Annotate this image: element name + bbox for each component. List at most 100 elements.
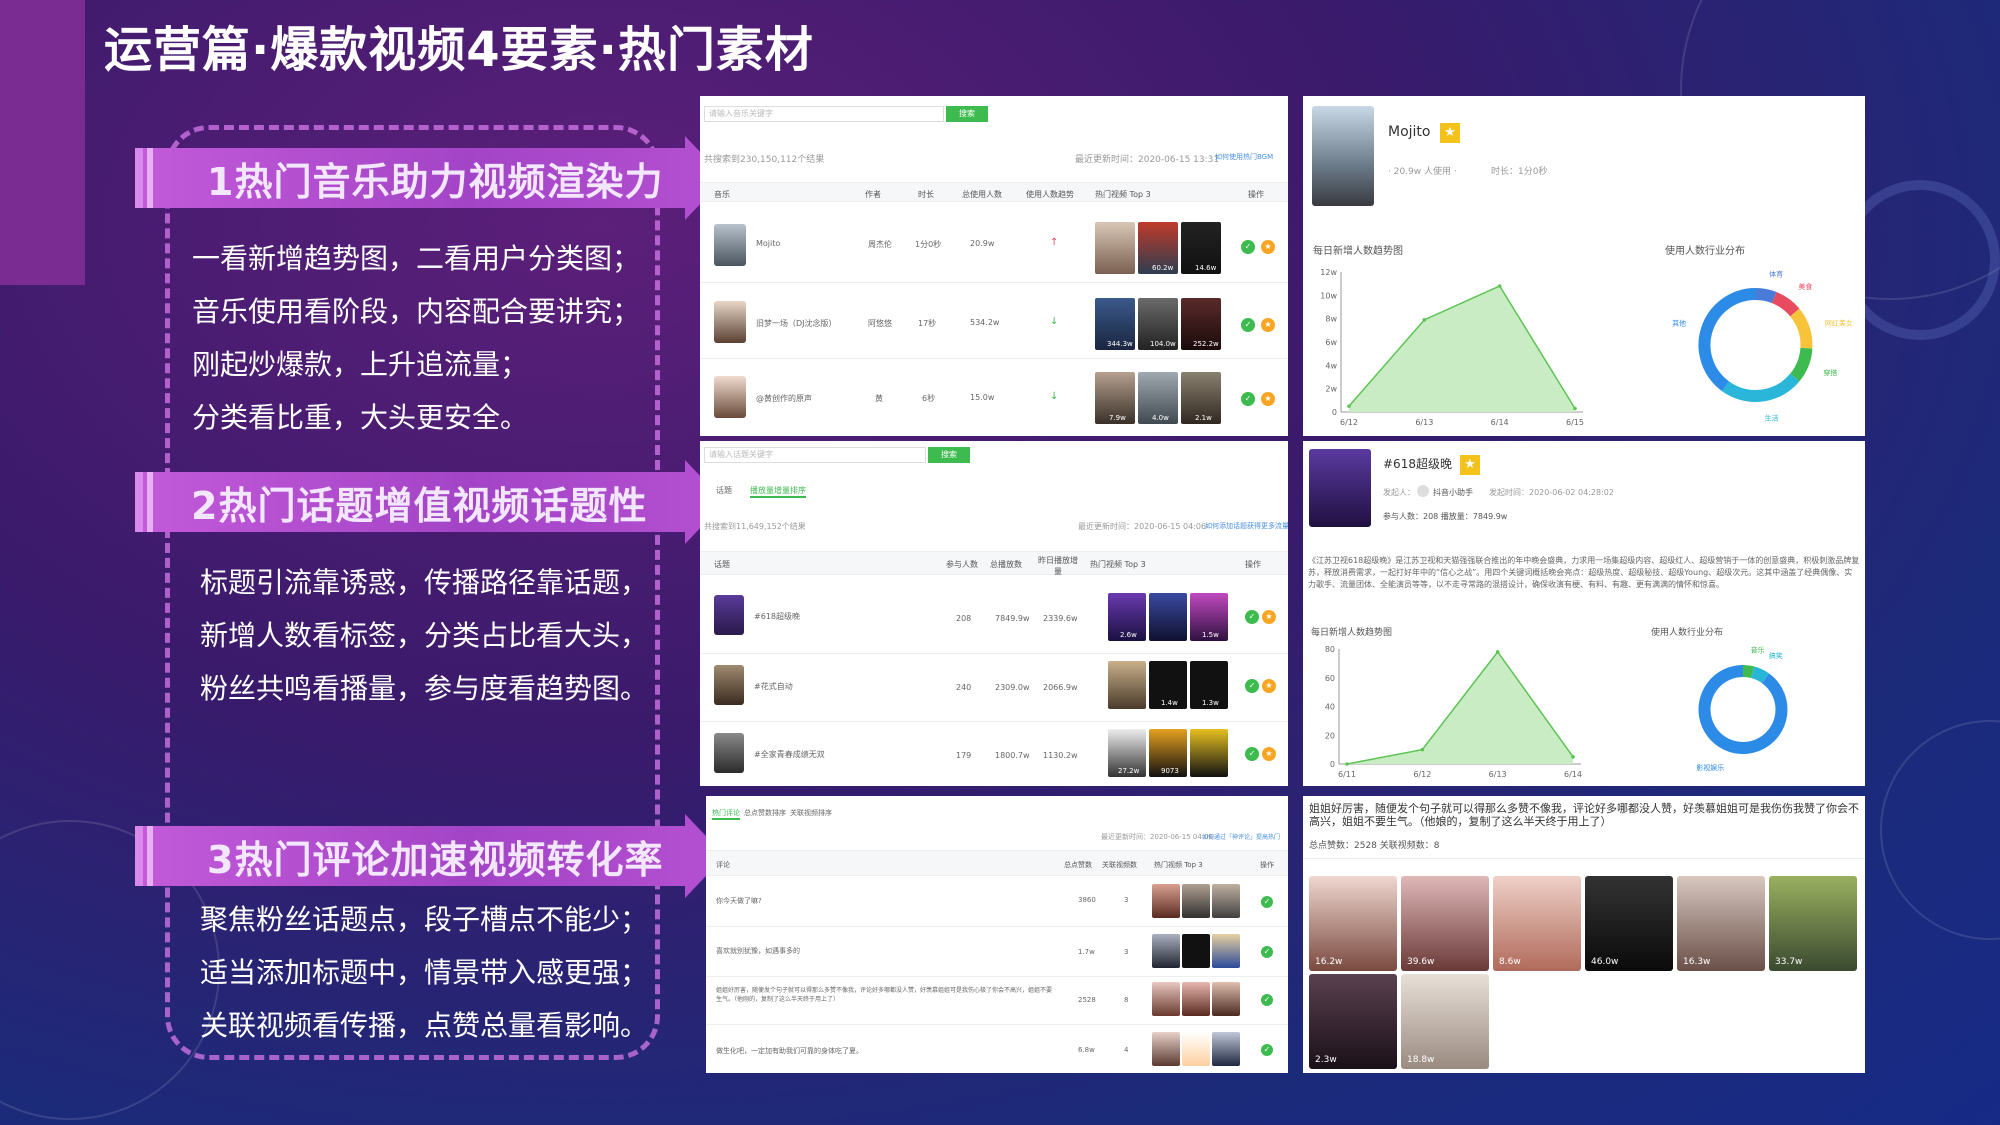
related-video[interactable]: 18.8w: [1401, 974, 1489, 1069]
video-thumb[interactable]: [1108, 661, 1146, 709]
video-thumb[interactable]: [1212, 982, 1240, 1016]
video-thumb[interactable]: [1182, 934, 1210, 968]
video-thumb[interactable]: [1152, 884, 1180, 918]
music-search-input[interactable]: 请输入音乐关键字: [704, 106, 944, 122]
col-header: 总点赞数: [1064, 861, 1092, 869]
col-header: 操作: [1245, 560, 1261, 569]
video-thumb-count: 9073: [1161, 767, 1179, 775]
video-thumb[interactable]: [1182, 1032, 1210, 1066]
related-video[interactable]: 2.3w: [1309, 974, 1397, 1069]
action-add-icon[interactable]: ✓: [1261, 896, 1273, 908]
video-thumb[interactable]: [1149, 593, 1187, 641]
video-thumb[interactable]: 104.0w: [1138, 298, 1178, 350]
video-thumb-count: 7.9w: [1109, 414, 1126, 422]
music-search-button[interactable]: 搜索: [946, 106, 988, 122]
video-thumb[interactable]: 1.4w: [1149, 661, 1187, 709]
action-add-icon[interactable]: ✓: [1261, 1044, 1273, 1056]
donut-slice: [1698, 665, 1788, 754]
music-name[interactable]: Mojito: [756, 239, 780, 248]
comment-videos: 3: [1124, 948, 1129, 956]
video-thumb[interactable]: 27.2w: [1108, 729, 1146, 777]
slice-label: 音乐: [1751, 645, 1765, 654]
comment-text[interactable]: 喜欢就别犹豫，如遇事多的: [716, 946, 800, 956]
action-add-icon[interactable]: ✓: [1261, 994, 1273, 1006]
tab-topic[interactable]: 话题: [716, 485, 732, 496]
video-thumb[interactable]: 7.9w: [1095, 372, 1135, 424]
comment-text[interactable]: 你今天做了嘛?: [716, 896, 762, 906]
related-video[interactable]: 33.7w: [1769, 876, 1857, 971]
video-thumb[interactable]: 4.0w: [1138, 372, 1178, 424]
video-thumb[interactable]: [1182, 982, 1210, 1016]
music-name[interactable]: @黄创作的原声: [756, 393, 812, 404]
col-header: 参与人数: [946, 560, 978, 569]
video-thumb[interactable]: [1212, 1032, 1240, 1066]
action-add-icon[interactable]: ✓: [1241, 318, 1255, 332]
col-header: 操作: [1248, 190, 1264, 199]
video-thumb[interactable]: [1212, 934, 1240, 968]
donut-slice: [1789, 308, 1813, 349]
action-add-icon[interactable]: ✓: [1261, 946, 1273, 958]
y-tick-label: 0: [1330, 760, 1335, 769]
video-thumb[interactable]: [1095, 222, 1135, 274]
related-video[interactable]: 8.6w: [1493, 876, 1581, 971]
action-favorite-icon[interactable]: ★: [1261, 392, 1275, 406]
video-thumb[interactable]: [1152, 982, 1180, 1016]
video-thumb[interactable]: 1.5w: [1190, 593, 1228, 641]
donut-slice: [1721, 373, 1800, 402]
table-header: 话题 参与人数 总播放数 昨日播放增量 热门视频 Top 3 操作: [700, 551, 1288, 576]
help-link[interactable]: 如何通过「神评论」提高热门: [1202, 832, 1280, 841]
related-video[interactable]: 16.2w: [1309, 876, 1397, 971]
trend-down-icon: ↓: [1050, 316, 1059, 327]
tab-sort-videos[interactable]: 关联视频排序: [790, 808, 832, 818]
tab-play-increment[interactable]: 播放量增量排序: [750, 485, 806, 498]
topic-name[interactable]: #618超级晚: [754, 611, 800, 622]
video-thumb[interactable]: 2.6w: [1108, 593, 1146, 641]
video-thumb[interactable]: [1152, 1032, 1180, 1066]
topic-increment: 2066.9w: [1043, 683, 1078, 692]
topic-search-input[interactable]: 请输入话题关键字: [704, 447, 926, 463]
tab-hot-comments[interactable]: 热门评论: [712, 808, 740, 820]
result-count: 共搜索到230,150,112个结果: [704, 155, 825, 165]
video-thumb[interactable]: 344.3w: [1095, 298, 1135, 350]
related-video[interactable]: 16.3w: [1677, 876, 1765, 971]
comment-text[interactable]: 姐姐好厉害，随便发个句子就可以得那么多赞不像我，评论好多哪都没人赞，好羡慕姐姐可…: [716, 986, 1056, 1004]
distribution-donut: 音乐搞笑影视娱乐: [1696, 645, 1788, 772]
help-link[interactable]: 如何添加话题获得更多流量: [1205, 521, 1288, 531]
action-add-icon[interactable]: ✓: [1245, 610, 1259, 624]
comment-text[interactable]: 做生化吧，一定加有助我们可靠的身体吃了夏。: [716, 1046, 863, 1056]
action-favorite-icon[interactable]: ★: [1262, 610, 1276, 624]
donut-slice: [1771, 292, 1800, 317]
decorative-block: [0, 0, 85, 285]
video-thumb[interactable]: 1.3w: [1190, 661, 1228, 709]
topic-name[interactable]: #花式自动: [754, 681, 793, 692]
action-favorite-icon[interactable]: ★: [1261, 318, 1275, 332]
action-favorite-icon[interactable]: ★: [1261, 240, 1275, 254]
topic-search-button[interactable]: 搜索: [928, 447, 970, 463]
video-thumb[interactable]: [1182, 884, 1210, 918]
topic-participants: 240: [956, 683, 972, 692]
action-add-icon[interactable]: ✓: [1241, 240, 1255, 254]
video-thumb[interactable]: 60.2w: [1138, 222, 1178, 274]
action-favorite-icon[interactable]: ★: [1262, 679, 1276, 693]
music-name[interactable]: 旧梦一场（DJ沈念版）: [756, 318, 837, 329]
video-thumb[interactable]: [1212, 884, 1240, 918]
video-thumb[interactable]: 9073: [1149, 729, 1187, 777]
topic-name[interactable]: #全家青春成绩无双: [754, 749, 825, 760]
favorite-star-icon[interactable]: ★: [1440, 123, 1460, 143]
video-thumb[interactable]: 2.1w: [1181, 372, 1221, 424]
action-favorite-icon[interactable]: ★: [1262, 747, 1276, 761]
related-video[interactable]: 39.6w: [1401, 876, 1489, 971]
y-tick-label: 6w: [1325, 338, 1337, 347]
favorite-star-icon[interactable]: ★: [1460, 455, 1480, 475]
video-thumb[interactable]: 14.6w: [1181, 222, 1221, 274]
video-thumb[interactable]: [1152, 934, 1180, 968]
tab-sort-likes[interactable]: 总点赞数排序: [744, 808, 786, 818]
action-add-icon[interactable]: ✓: [1241, 392, 1255, 406]
music-users: 534.2w: [970, 318, 1000, 327]
action-add-icon[interactable]: ✓: [1245, 679, 1259, 693]
video-thumb[interactable]: [1190, 729, 1228, 777]
video-thumb[interactable]: 252.2w: [1181, 298, 1221, 350]
action-add-icon[interactable]: ✓: [1245, 747, 1259, 761]
related-video[interactable]: 46.0w: [1585, 876, 1673, 971]
help-link[interactable]: 如何使用热门BGM: [1215, 152, 1273, 162]
